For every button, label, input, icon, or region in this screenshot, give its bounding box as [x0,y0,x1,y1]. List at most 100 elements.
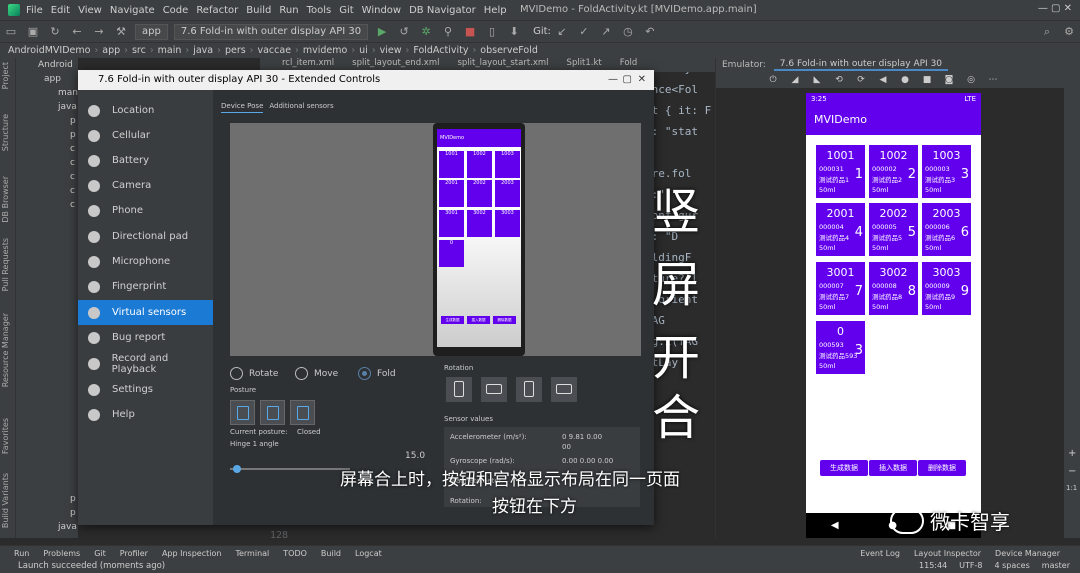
tool-resource-manager[interactable]: Resource Manager [1,313,10,387]
tool-event-log[interactable]: Event Log [860,549,900,558]
volume-up-icon[interactable]: ◢ [788,75,802,85]
grid-cell[interactable]: 0 000593 测试药品593 50ml 3 [816,321,865,374]
grid-cell[interactable]: 3001 000007 测试药品7 50ml 7 [816,262,865,315]
tool-db-browser[interactable]: DB Browser [1,176,10,223]
tool-todo[interactable]: TODO [283,549,307,558]
settings-icon[interactable]: ⚙ [1062,25,1076,39]
screenshot-icon[interactable]: ◙ [942,75,956,85]
rollback-icon[interactable]: ↶ [643,25,657,39]
zoom-1to1-icon[interactable]: 1:1 [1066,484,1077,492]
sync-icon[interactable]: ↻ [48,25,62,39]
menu-view[interactable]: View [78,5,102,16]
tool-problems[interactable]: Problems [43,549,80,558]
tool-build-variants[interactable]: Build Variants [1,473,10,528]
mode-fold[interactable]: Fold [358,367,396,380]
menu-db-navigator[interactable]: DB Navigator [409,5,476,16]
tree-item[interactable]: app [16,72,78,86]
snapshot-icon[interactable]: ◎ [964,75,978,85]
rotate-portrait-button[interactable] [446,377,472,402]
nav-cellular[interactable]: Cellular [78,123,213,148]
tool-pull-requests[interactable]: Pull Requests [1,238,10,291]
nav-location[interactable]: Location [78,98,213,123]
tree-item[interactable]: mani [16,86,78,100]
nav-battery[interactable]: Battery [78,148,213,173]
delete-data-button[interactable]: 删除数据 [918,460,966,476]
nav-back-icon[interactable]: ◀ [831,520,839,531]
menu-code[interactable]: Code [163,5,189,16]
nav-virtual-sensors[interactable]: Virtual sensors [78,300,213,325]
back-icon[interactable]: ← [70,25,84,39]
tree-item[interactable]: c [16,184,78,198]
tree-item[interactable]: java [16,100,78,114]
breadcrumb-item[interactable]: src [132,45,146,56]
tool-device-manager[interactable]: Device Manager [995,549,1060,558]
nav-directional-pad[interactable]: Directional pad [78,224,213,249]
menu-help[interactable]: Help [484,5,507,16]
nav-settings[interactable]: Settings [78,377,213,402]
tree-item[interactable]: c [16,142,78,156]
project-view-select[interactable]: Android [16,58,78,72]
close-icon[interactable]: ✕ [638,70,646,90]
posture-half-open-button[interactable] [260,400,285,425]
more-icon[interactable]: ⋯ [986,75,1000,85]
git-commit-icon[interactable]: ✓ [577,25,591,39]
breadcrumb-item[interactable]: main [158,45,182,56]
breadcrumb-item[interactable]: view [380,45,402,56]
grid-cell[interactable]: 2003 000006 测试药品6 50ml 6 [922,203,971,256]
tool-favorites[interactable]: Favorites [1,418,10,454]
run-config-select[interactable]: app [135,23,168,40]
menu-git[interactable]: Git [339,5,353,16]
nav-record-playback[interactable]: Record and Playback [78,351,213,376]
power-icon[interactable]: ⏻ [766,75,780,85]
cursor-position[interactable]: 115:44 [919,561,947,570]
breadcrumb-item[interactable]: pers [225,45,246,56]
tool-project[interactable]: Project [1,62,10,89]
insert-data-button[interactable]: 插入数据 [869,460,917,476]
menu-navigate[interactable]: Navigate [110,5,155,16]
menu-refactor[interactable]: Refactor [196,5,238,16]
rerun-icon[interactable]: ↺ [397,25,411,39]
grid-cell[interactable]: 1002 000002 测试药品2 50ml 2 [869,145,918,198]
mode-rotate[interactable]: Rotate [230,367,278,380]
hinge-slider-knob[interactable] [233,465,241,473]
save-icon[interactable]: ▣ [26,25,40,39]
tree-item[interactable]: c [16,156,78,170]
mode-move[interactable]: Move [295,367,338,380]
sdk-icon[interactable]: ⬇ [507,25,521,39]
tree-item[interactable]: p [16,114,78,128]
zoom-in-icon[interactable]: + [1068,448,1076,459]
rotate-landscape-button[interactable] [481,377,507,402]
generate-data-button[interactable]: 生成数据 [820,460,868,476]
nav-bug-report[interactable]: Bug report [78,325,213,350]
rotate-reverse-landscape-button[interactable] [551,377,577,402]
grid-cell[interactable]: 2002 000005 测试药品5 50ml 5 [869,203,918,256]
tool-layout-inspector[interactable]: Layout Inspector [914,549,981,558]
tool-logcat[interactable]: Logcat [355,549,382,558]
posture-open-button[interactable] [290,400,315,425]
indent-setting[interactable]: 4 spaces [995,561,1030,570]
tree-item[interactable]: p [16,492,78,506]
tool-structure[interactable]: Structure [1,114,10,151]
search-icon[interactable]: ⌕ [1040,25,1054,39]
nav-phone[interactable]: Phone [78,198,213,223]
menu-build[interactable]: Build [246,5,271,16]
git-update-icon[interactable]: ↙ [555,25,569,39]
nav-camera[interactable]: Camera [78,173,213,198]
file-encoding[interactable]: UTF-8 [959,561,982,570]
hammer-icon[interactable]: ⚒ [114,25,128,39]
nav-microphone[interactable]: Microphone [78,249,213,274]
menu-window[interactable]: Window [362,5,401,16]
back-icon[interactable]: ◀ [876,75,890,85]
breadcrumb-item[interactable]: AndroidMVIDemo [8,45,90,56]
breadcrumb-item[interactable]: vaccae [257,45,291,56]
breadcrumb-item[interactable]: observeFold [480,45,538,56]
window-controls[interactable]: — ▢ ✕ [1038,3,1072,14]
git-push-icon[interactable]: ↗ [599,25,613,39]
emulator-device-tab[interactable]: 7.6 Fold-in with outer display API 30 [773,59,949,71]
nav-fingerprint[interactable]: Fingerprint [78,274,213,299]
history-icon[interactable]: ◷ [621,25,635,39]
debug-icon[interactable]: ✲ [419,25,433,39]
breadcrumb-item[interactable]: FoldActivity [413,45,468,56]
forward-icon[interactable]: → [92,25,106,39]
phone-screen[interactable]: 3:25 LTE MVIDemo 1001 000031 测试药品1 50ml 1 100… [806,93,981,538]
